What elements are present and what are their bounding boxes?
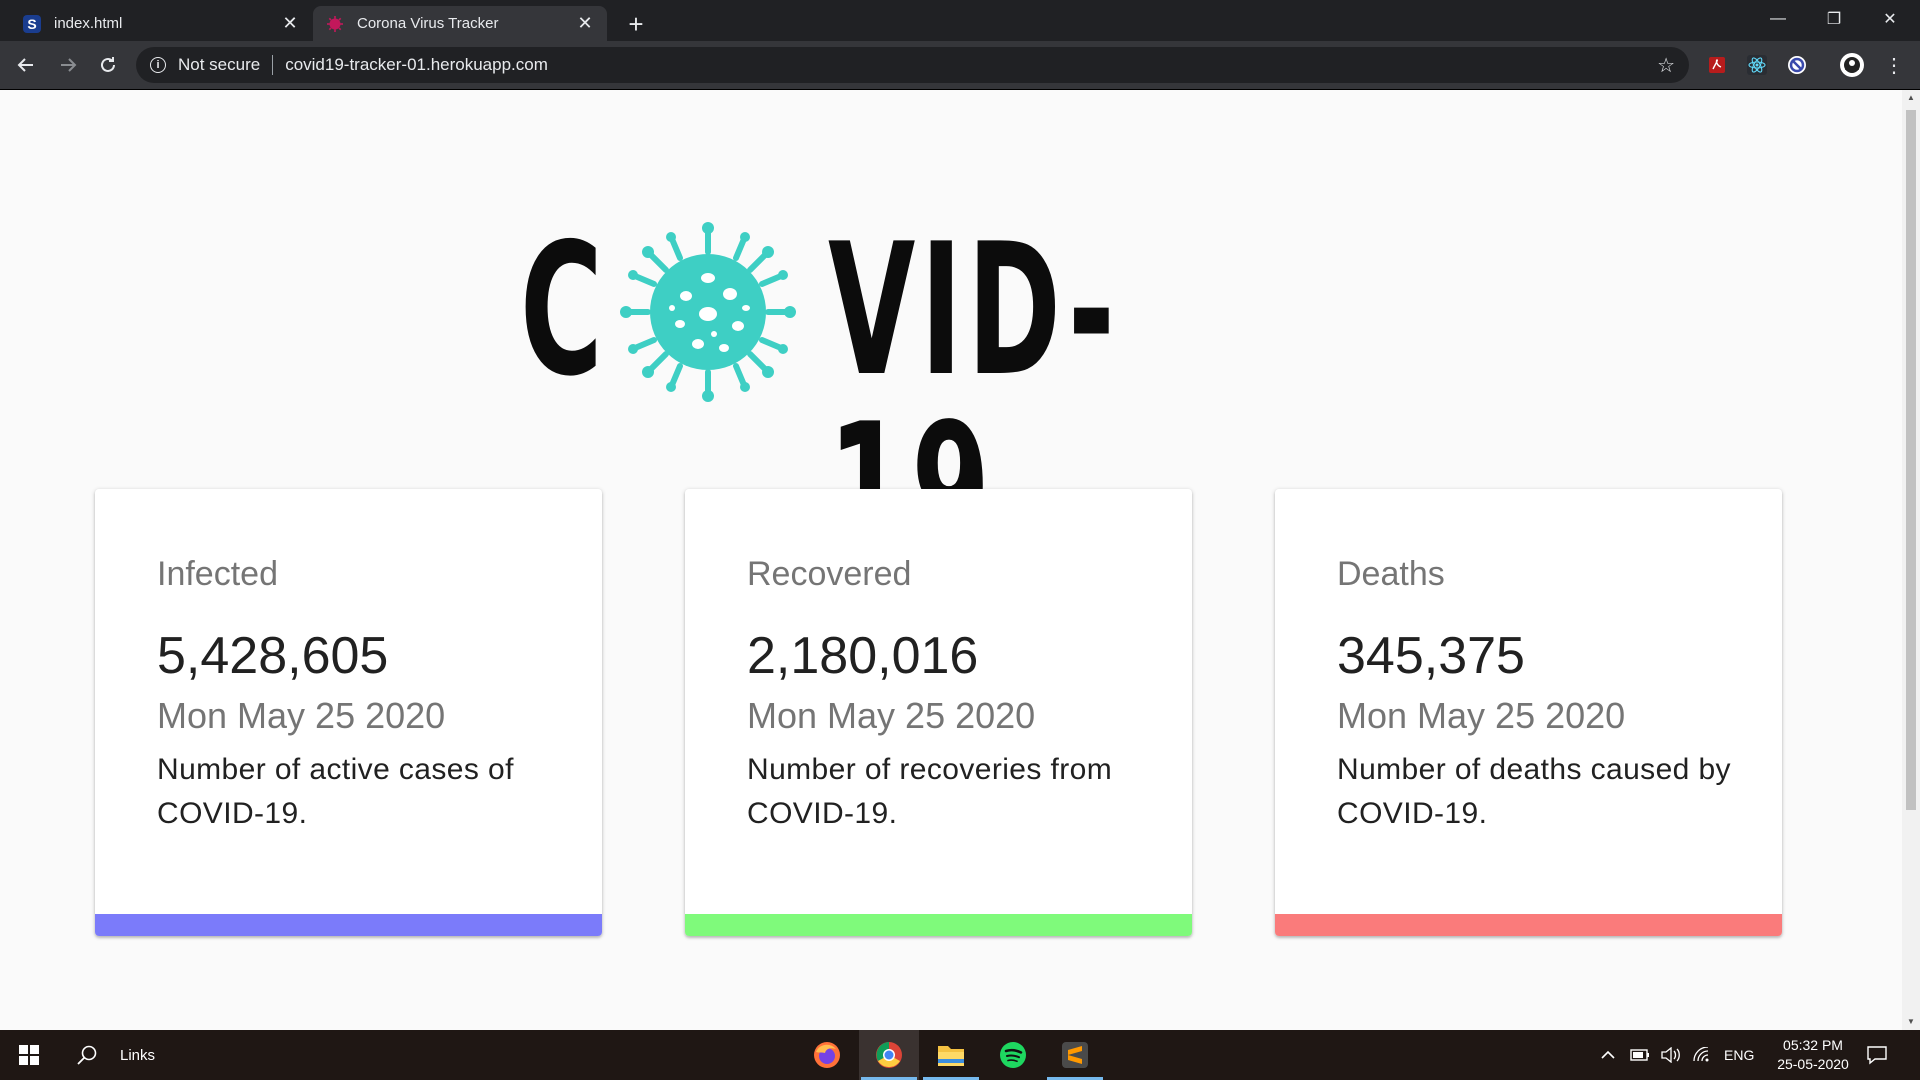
logo-letter-c: C: [520, 204, 608, 416]
url-text[interactable]: covid19-tracker-01.herokuapp.com: [285, 55, 548, 75]
system-clock[interactable]: 05:32 PM 25-05-2020: [1768, 1036, 1858, 1074]
virus-logo-icon: [620, 222, 796, 402]
forward-arrow-icon[interactable]: [52, 49, 84, 81]
covid19-logo: C VID-: [520, 204, 1360, 581]
scroll-down-arrow-icon[interactable]: ▼: [1906, 1017, 1916, 1027]
windows-start-icon[interactable]: [0, 1030, 58, 1080]
svg-text:S: S: [27, 16, 36, 32]
tab-title: Corona Virus Tracker: [357, 15, 499, 32]
card-label: Deaths: [1337, 555, 1445, 593]
bookmark-star-icon[interactable]: ☆: [1657, 53, 1675, 78]
browser-toolbar: i Not secure covid19-tracker-01.herokuap…: [0, 41, 1920, 89]
restore-button[interactable]: ❐: [1806, 0, 1862, 38]
address-bar[interactable]: i Not secure covid19-tracker-01.herokuap…: [136, 47, 1689, 83]
browser-window: S index.html ✕ Corona Virus Tracker ✕ + …: [0, 0, 1920, 1080]
clock-time: 05:32 PM: [1783, 1037, 1843, 1053]
spotify-icon[interactable]: [983, 1030, 1043, 1080]
card-count: 345,375: [1337, 627, 1525, 685]
chrome-icon[interactable]: [859, 1030, 919, 1080]
profile-avatar-icon[interactable]: [1838, 51, 1866, 79]
volume-icon[interactable]: [1660, 1030, 1684, 1080]
file-explorer-icon[interactable]: [921, 1030, 981, 1080]
clock-date: 25-05-2020: [1777, 1056, 1849, 1072]
scrollbar-thumb[interactable]: [1906, 110, 1916, 810]
scroll-up-arrow-icon[interactable]: ▲: [1906, 93, 1916, 103]
tab-corona-virus-tracker[interactable]: Corona Virus Tracker ✕: [313, 6, 607, 41]
pdf-extension-icon[interactable]: [1703, 51, 1731, 79]
card-label: Recovered: [747, 555, 912, 593]
omnibox-divider: [272, 55, 274, 75]
close-window-button[interactable]: ✕: [1862, 0, 1918, 38]
menu-kebab-icon[interactable]: ⋮: [1880, 51, 1908, 79]
search-icon[interactable]: [72, 1030, 102, 1080]
card-description: Number of deaths caused by COVID-19.: [1337, 753, 1731, 830]
chevron-up-icon[interactable]: [1600, 1030, 1616, 1080]
infected-card: Infected 5,428,605 Mon May 25 2020 Numbe…: [95, 489, 602, 936]
card-count: 5,428,605: [157, 627, 389, 685]
react-devtools-icon[interactable]: [1743, 51, 1771, 79]
links-toolbar-label[interactable]: Links: [120, 1030, 180, 1080]
virus-favicon-icon: [325, 14, 345, 34]
sublime-text-icon[interactable]: [1045, 1030, 1105, 1080]
info-icon[interactable]: i: [150, 57, 166, 73]
battery-icon[interactable]: [1630, 1030, 1652, 1080]
card-date: Mon May 25 2020: [747, 695, 1036, 736]
card-color-bar: [1275, 914, 1782, 936]
tab-title: index.html: [54, 15, 123, 32]
firefox-icon[interactable]: [797, 1030, 857, 1080]
card-description: Number of active cases of COVID-19.: [157, 753, 514, 830]
card-description: Number of recoveries from COVID-19.: [747, 753, 1113, 830]
blocker-extension-icon[interactable]: [1783, 51, 1811, 79]
page-scrollbar[interactable]: ▲ ▼: [1902, 90, 1920, 1030]
minimize-button[interactable]: —: [1750, 0, 1806, 38]
card-count: 2,180,016: [747, 627, 979, 685]
wifi-icon[interactable]: [1692, 1030, 1714, 1080]
back-arrow-icon[interactable]: [10, 49, 42, 81]
card-date: Mon May 25 2020: [1337, 695, 1626, 736]
tab-index-html[interactable]: S index.html ✕: [10, 6, 312, 41]
security-label[interactable]: Not secure: [178, 55, 260, 75]
tab-strip: S index.html ✕ Corona Virus Tracker ✕ + …: [0, 0, 1920, 41]
close-tab-icon[interactable]: ✕: [575, 13, 595, 34]
language-indicator[interactable]: ENG: [1724, 1030, 1760, 1080]
recovered-card: Recovered 2,180,016 Mon May 25 2020 Numb…: [685, 489, 1192, 936]
close-tab-icon[interactable]: ✕: [280, 13, 300, 34]
notification-center-icon[interactable]: [1866, 1030, 1892, 1080]
windows-taskbar: Links ENG 05:32 PM 25-05-2020: [0, 1030, 1920, 1080]
page-content: C VID- Infected 5,428,605 Mon May 25 202…: [0, 90, 1902, 1030]
new-tab-button[interactable]: +: [620, 8, 652, 40]
card-label: Infected: [157, 555, 278, 593]
s-favicon-icon: S: [22, 14, 42, 34]
card-color-bar: [95, 914, 602, 936]
card-color-bar: [685, 914, 1192, 936]
reload-icon[interactable]: [92, 49, 124, 81]
deaths-card: Deaths 345,375 Mon May 25 2020 Number of…: [1275, 489, 1782, 936]
card-date: Mon May 25 2020: [157, 695, 446, 736]
